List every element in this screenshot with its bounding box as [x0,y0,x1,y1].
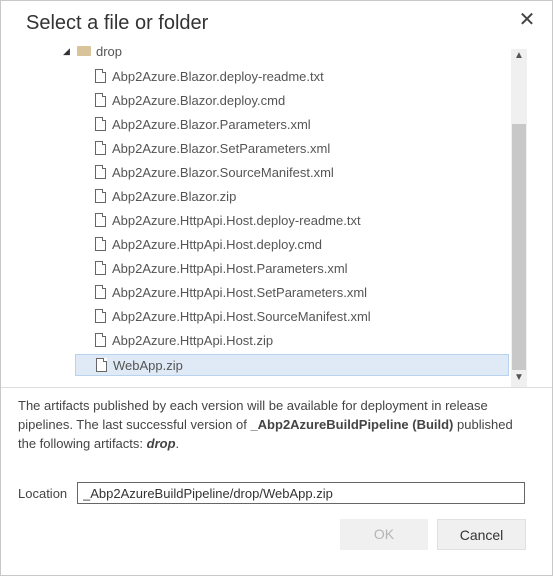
info-text-part3: . [175,436,180,451]
file-label: WebApp.zip [113,358,183,373]
scrollbar-thumb[interactable] [512,124,526,370]
file-icon [95,285,106,299]
tree-scrollbar[interactable]: ▲ ▼ [511,49,527,387]
pipeline-name: _Abp2AzureBuildPipeline (Build) [250,417,454,432]
file-label: Abp2Azure.Blazor.SetParameters.xml [112,141,331,156]
file-label: Abp2Azure.HttpApi.Host.deploy-readme.txt [112,213,361,228]
tree-file-item[interactable]: Abp2Azure.Blazor.Parameters.xml [75,114,509,136]
location-label: Location [18,486,68,501]
tree-file-item[interactable]: Abp2Azure.Blazor.deploy-readme.txt [75,66,509,88]
file-label: Abp2Azure.Blazor.deploy-readme.txt [112,69,324,84]
close-icon[interactable]: ✕ [516,9,538,31]
file-icon [95,237,106,251]
file-icon [95,93,106,107]
artifacts-info-text: The artifacts published by each version … [18,396,533,453]
file-icon [95,69,106,83]
file-label: Abp2Azure.Blazor.deploy.cmd [112,93,286,108]
file-tree: ◢ drop Abp2Azure.Blazor.deploy-readme.tx… [1,45,528,387]
tree-file-item[interactable]: Abp2Azure.HttpApi.Host.Parameters.xml [75,258,509,280]
tree-file-item[interactable]: Abp2Azure.HttpApi.Host.deploy.cmd [75,234,509,256]
folder-icon [77,46,91,56]
tree-file-item[interactable]: Abp2Azure.Blazor.SetParameters.xml [75,138,509,160]
tree-file-item[interactable]: Abp2Azure.HttpApi.Host.deploy-readme.txt [75,210,509,232]
file-label: Abp2Azure.Blazor.Parameters.xml [112,117,311,132]
file-label: Abp2Azure.Blazor.SourceManifest.xml [112,165,334,180]
tree-file-item[interactable]: Abp2Azure.Blazor.deploy.cmd [75,90,509,112]
file-icon [95,333,106,347]
file-icon [95,189,106,203]
file-icon [95,309,106,323]
file-icon [95,141,106,155]
scroll-up-arrow-icon[interactable]: ▲ [511,49,527,63]
tree-file-item[interactable]: Abp2Azure.Blazor.zip [75,186,509,208]
folder-label: drop [96,45,123,59]
file-label: Abp2Azure.HttpApi.Host.zip [112,333,274,348]
file-icon [95,165,106,179]
file-icon [95,261,106,275]
file-icon [95,117,106,131]
scroll-down-arrow-icon[interactable]: ▼ [511,371,527,385]
artifact-name: drop [146,436,176,451]
tree-file-item[interactable]: Abp2Azure.HttpApi.Host.SetParameters.xml [75,282,509,304]
file-label: Abp2Azure.HttpApi.Host.SourceManifest.xm… [112,309,371,324]
location-input[interactable] [77,482,525,504]
cancel-button[interactable]: Cancel [437,519,526,550]
tree-file-item[interactable]: Abp2Azure.HttpApi.Host.zip [75,330,509,352]
file-label: Abp2Azure.HttpApi.Host.Parameters.xml [112,261,348,276]
ok-button[interactable]: OK [340,519,428,550]
file-icon [96,358,107,372]
file-label: Abp2Azure.Blazor.zip [112,189,237,204]
tree-file-item[interactable]: Abp2Azure.HttpApi.Host.SourceManifest.xm… [75,306,509,328]
divider [1,387,552,388]
tree-file-item[interactable]: Abp2Azure.Blazor.SourceManifest.xml [75,162,509,184]
file-label: Abp2Azure.HttpApi.Host.deploy.cmd [112,237,323,252]
dialog-title: Select a file or folder [26,12,209,34]
expand-arrow-icon[interactable]: ◢ [63,46,70,57]
tree-file-item[interactable]: WebApp.zip [75,354,509,376]
file-icon [95,213,106,227]
select-file-dialog: Select a file or folder ✕ ◢ drop Abp2Azu… [0,0,553,576]
file-label: Abp2Azure.HttpApi.Host.SetParameters.xml [112,285,368,300]
